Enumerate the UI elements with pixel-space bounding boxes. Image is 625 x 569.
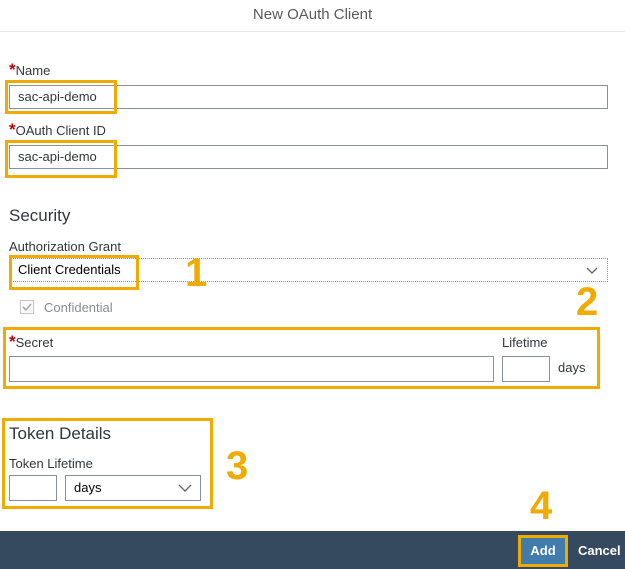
authorization-grant-value: Client Credentials xyxy=(18,262,121,277)
lifetime-input[interactable] xyxy=(502,356,550,382)
name-value: sac-api-demo xyxy=(18,89,97,104)
name-label: Name xyxy=(15,63,51,78)
token-lifetime-input[interactable] xyxy=(9,475,57,501)
client-id-value: sac-api-demo xyxy=(18,149,97,164)
callout-4: 4 xyxy=(530,484,553,528)
required-mark: * xyxy=(9,120,16,139)
secret-label: Secret xyxy=(15,335,54,350)
dialog-title: New OAuth Client xyxy=(0,0,625,32)
required-mark: * xyxy=(9,332,16,351)
lifetime-unit: days xyxy=(558,360,586,375)
callout-1: 1 xyxy=(185,251,208,295)
confidential-label: Confidential xyxy=(44,300,113,315)
callout-3: 3 xyxy=(226,444,249,488)
chevron-down-icon[interactable] xyxy=(178,477,192,507)
client-id-label-group: *OAuth Client ID xyxy=(9,120,106,140)
confidential-checkbox[interactable] xyxy=(20,300,34,314)
secret-input[interactable] xyxy=(9,356,494,382)
token-unit-select[interactable]: days xyxy=(65,475,201,501)
required-mark: * xyxy=(9,60,16,79)
name-label-group: *Name xyxy=(9,60,50,80)
callout-2: 2 xyxy=(576,280,599,324)
cancel-button[interactable]: Cancel xyxy=(578,538,621,564)
lifetime-label: Lifetime xyxy=(502,335,548,350)
add-button[interactable]: Add xyxy=(521,538,565,564)
security-heading: Security xyxy=(9,206,71,225)
token-lifetime-label: Token Lifetime xyxy=(9,456,93,471)
checkmark-icon xyxy=(21,301,33,313)
token-details-heading: Token Details xyxy=(9,424,112,443)
client-id-label: OAuth Client ID xyxy=(15,123,106,138)
authorization-grant-label: Authorization Grant xyxy=(9,239,122,254)
token-unit-value: days xyxy=(74,480,102,495)
secret-label-group: *Secret xyxy=(9,332,53,352)
